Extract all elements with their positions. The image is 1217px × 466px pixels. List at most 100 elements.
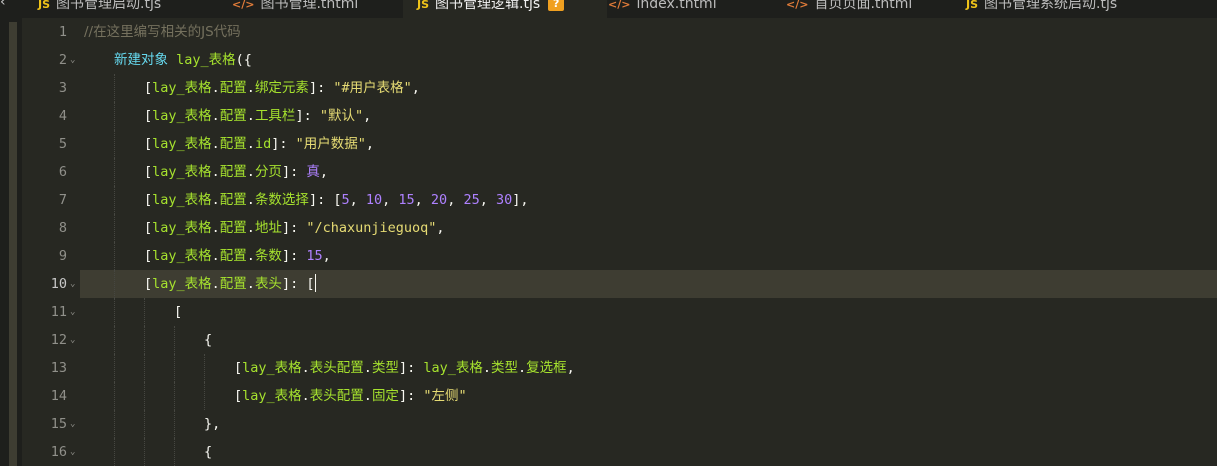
code-token: . — [246, 248, 255, 264]
line-number: 13 — [50, 360, 67, 376]
code-line[interactable]: 13 [lay_表格.表头配置.类型]: lay_表格.类型.复选框, — [0, 354, 1217, 382]
code-token: . — [211, 248, 220, 264]
code-line[interactable]: 12 ⌄ { — [0, 326, 1217, 354]
code-line[interactable]: 1 //在这里编写相关的JS代码 — [0, 18, 1217, 46]
code-token: , — [414, 192, 431, 208]
code-token: ]: — [281, 164, 307, 180]
code-line[interactable]: 6 [lay_表格.配置.分页]: 真, — [0, 158, 1217, 186]
code-line[interactable]: 4 [lay_表格.配置.工具栏]: "默认", — [0, 102, 1217, 130]
code-line[interactable]: 5 [lay_表格.配置.id]: "用户数据", — [0, 130, 1217, 158]
editor-tab-label: index.thtml — [636, 0, 717, 12]
fold-chevron-icon[interactable]: ⌄ — [70, 326, 78, 354]
editor-tab-bar: ‹ JS 图书管理启动.tjs </> 图书管理.thtml JS 图书管理逻辑.tjs?… — [0, 0, 1217, 18]
line-number: 14 — [50, 388, 67, 404]
code-line[interactable]: 16 ⌄ { — [0, 438, 1217, 466]
code-token: . — [246, 80, 255, 96]
code-token: 地址 — [254, 220, 282, 236]
editor-tab[interactable]: JS 图书管理逻辑.tjs? — [403, 0, 607, 18]
editor-tab-label: 图书管理启动.tjs — [56, 0, 162, 12]
code-text: [lay_表格.配置.绑定元素]: "#用户表格", — [144, 74, 420, 102]
code-text: [lay_表格.配置.id]: "用户数据", — [144, 130, 374, 158]
indent-guide — [114, 214, 115, 242]
indent-guide — [114, 382, 115, 410]
code-token: { — [204, 444, 213, 460]
code-token: 类型 — [371, 360, 399, 376]
editor-tab[interactable]: JS 图书管理启动.tjs — [38, 0, 218, 18]
code-token: 表头配置 — [309, 360, 364, 376]
indent-guide — [174, 438, 175, 466]
code-token: 表头配置 — [309, 388, 364, 404]
tabs-scroll-left-icon[interactable]: ‹ — [0, 0, 12, 12]
code-token: ({ — [235, 52, 252, 68]
fold-chevron-icon[interactable]: ⌄ — [70, 438, 78, 466]
code-token: 新建对象 — [114, 52, 177, 68]
code-token: . — [211, 192, 220, 208]
indent-guide — [114, 270, 115, 298]
code-line[interactable]: 2 ⌄ 新建对象 lay_表格({ — [0, 46, 1217, 74]
indent-guide — [174, 410, 175, 438]
editor-tab[interactable]: </> 图书管理.thtml — [232, 0, 402, 18]
code-token: 20 — [430, 192, 448, 208]
editor-tab[interactable]: </> 首页页面.thtml — [786, 0, 956, 18]
fold-chevron-icon[interactable]: ⌄ — [70, 298, 78, 326]
code-token: . — [246, 108, 255, 124]
code-token: 配置 — [219, 276, 247, 292]
editor-tab[interactable]: JS 图书管理系统启动.tjs — [966, 0, 1206, 18]
code-token: , — [479, 192, 496, 208]
text-cursor — [315, 274, 317, 292]
code-token: . — [246, 276, 255, 292]
code-token: 真 — [306, 164, 320, 180]
line-number: 1 — [58, 24, 67, 40]
code-token: . — [211, 80, 220, 96]
code-text: [lay_表格.配置.表头]: [ — [144, 270, 317, 298]
code-token: . — [246, 136, 255, 152]
code-token: "/chaxunjieguoq" — [306, 220, 437, 236]
code-token: ]: — [281, 248, 307, 264]
code-token: 表头 — [254, 276, 282, 292]
code-line[interactable]: 9 [lay_表格.配置.条数]: 15, — [0, 242, 1217, 270]
unsaved-badge[interactable]: ? — [548, 0, 565, 11]
code-token: . — [211, 108, 220, 124]
code-token: lay_表格 — [152, 80, 212, 96]
code-token: , — [382, 192, 399, 208]
indent-guide — [114, 298, 115, 326]
code-token: lay_表格 — [242, 360, 302, 376]
code-token: 15 — [306, 248, 323, 264]
code-line[interactable]: 14 [lay_表格.表头配置.固定]: "左侧" — [0, 382, 1217, 410]
indent-guide — [114, 438, 115, 466]
indent-guide — [114, 354, 115, 382]
editor-tab[interactable]: </> index.thtml — [608, 0, 773, 18]
indent-guide — [144, 382, 145, 410]
code-token: . — [301, 388, 310, 404]
fold-chevron-icon[interactable]: ⌄ — [70, 270, 78, 298]
code-text: 新建对象 lay_表格({ — [114, 46, 252, 74]
code-token: "用户数据" — [295, 136, 366, 152]
code-token: 复选框 — [526, 360, 567, 376]
fold-chevron-icon[interactable]: ⌄ — [70, 46, 78, 74]
code-token: [ — [144, 192, 153, 208]
code-line[interactable]: 8 [lay_表格.配置.地址]: "/chaxunjieguoq", — [0, 214, 1217, 242]
code-line[interactable]: 11 ⌄ [ — [0, 298, 1217, 326]
line-number: 4 — [58, 108, 67, 124]
code-token: 15 — [398, 192, 415, 208]
indent-guide — [174, 326, 175, 354]
code-line[interactable]: 10 ⌄ [lay_表格.配置.表头]: [ — [0, 270, 1217, 298]
code-token: 条数选择 — [254, 192, 309, 208]
code-token: 30 — [495, 192, 513, 208]
code-line[interactable]: 7 [lay_表格.配置.条数选择]: [5, 10, 15, 20, 25, 3… — [0, 186, 1217, 214]
fold-chevron-icon[interactable]: ⌄ — [70, 410, 78, 438]
editor-tab-label: 首页页面.thtml — [814, 0, 913, 12]
code-line[interactable]: 15 ⌄}, — [0, 410, 1217, 438]
code-text: [lay_表格.配置.分页]: 真, — [144, 158, 328, 186]
code-token: [ — [144, 80, 153, 96]
code-token: . — [246, 164, 255, 180]
code-token: , — [363, 108, 372, 124]
code-token: 配置 — [219, 164, 247, 180]
code-token: ]: — [398, 388, 424, 404]
code-line[interactable]: 3 [lay_表格.配置.绑定元素]: "#用户表格", — [0, 74, 1217, 102]
line-number: 15 — [50, 416, 67, 432]
line-number: 5 — [58, 136, 67, 152]
code-token: . — [211, 136, 220, 152]
code-editor[interactable]: 1//在这里编写相关的JS代码 2 ⌄ 新建对象 lay_表格({3 [lay_表格.配… — [0, 18, 1217, 466]
code-token: 类型 — [490, 360, 518, 376]
